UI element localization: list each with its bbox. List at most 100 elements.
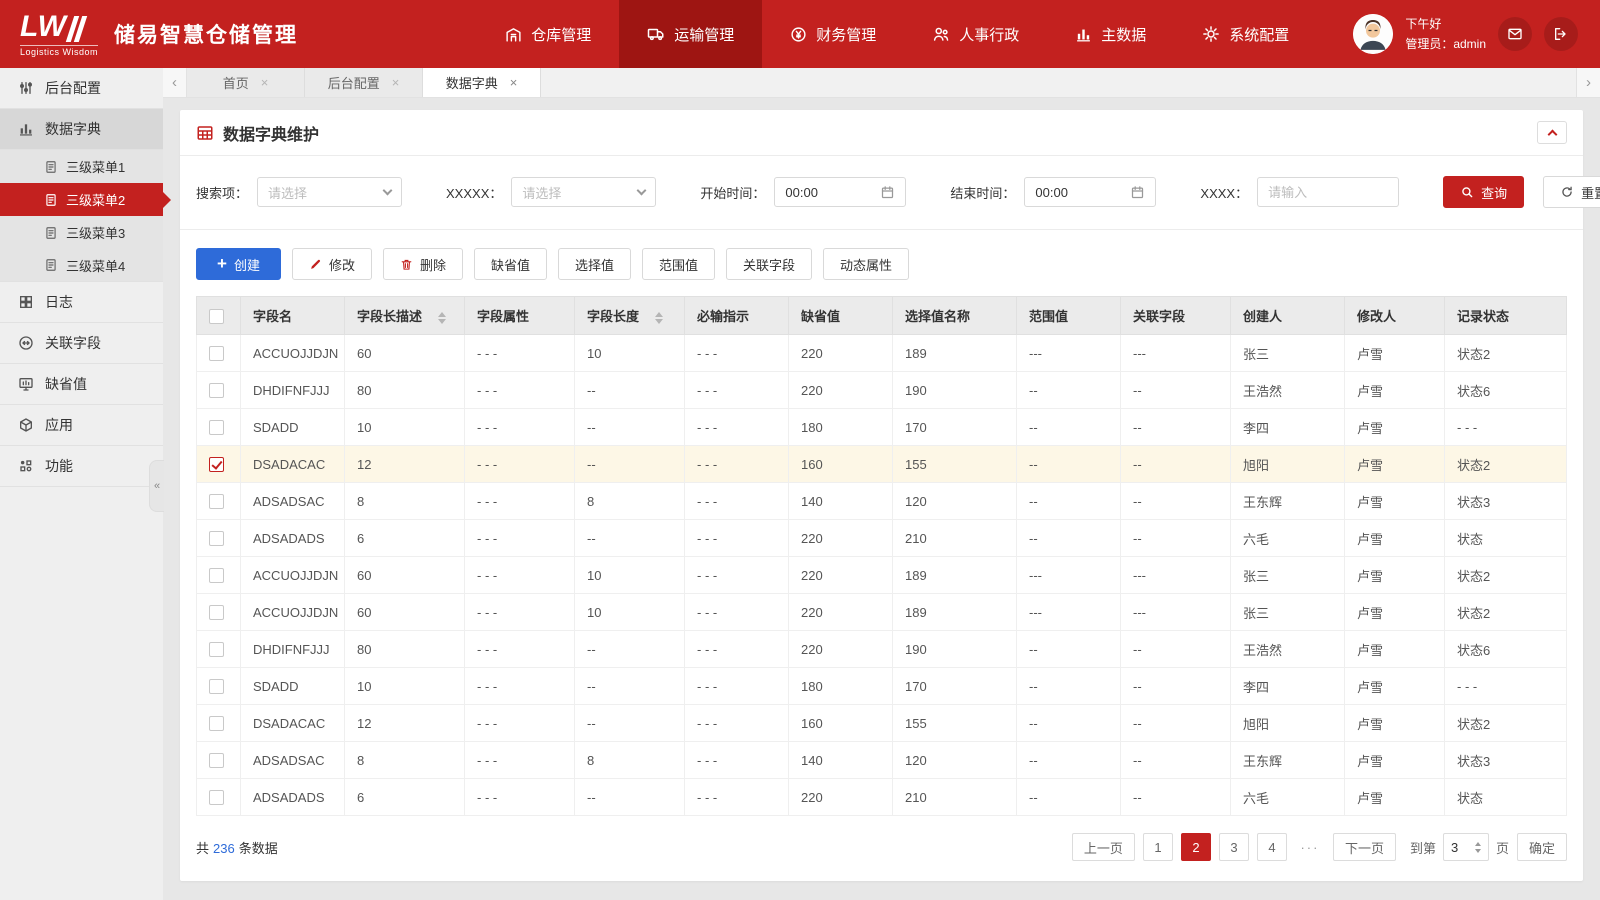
next-page-button[interactable]: 下一页 xyxy=(1332,833,1396,861)
row-checkbox[interactable] xyxy=(209,457,224,473)
sidebar-item-submenu-4[interactable]: 三级菜单4 xyxy=(0,249,163,282)
xxxxx-label: XXXXX： xyxy=(446,185,503,201)
related-field-button[interactable]: 关联字段 xyxy=(726,248,813,280)
sort-icon[interactable] xyxy=(655,311,664,324)
sidebar-item-submenu-1[interactable]: 三级菜单1 xyxy=(0,150,163,183)
cell-related-field: -- xyxy=(1120,482,1231,520)
cell-related-field: -- xyxy=(1120,704,1231,742)
table-row[interactable]: DHDIFNFJJJ 80 - - - -- - - - 220 190 -- … xyxy=(196,630,1567,668)
cell-default-value: 160 xyxy=(788,445,893,483)
row-checkbox[interactable] xyxy=(209,679,224,695)
row-checkbox[interactable] xyxy=(209,346,224,362)
end-time-input[interactable]: 00:00 xyxy=(1024,177,1157,207)
page-ellipsis[interactable]: ··· xyxy=(1295,833,1325,861)
sort-icon[interactable] xyxy=(438,311,447,324)
chevron-up-icon xyxy=(1547,129,1557,140)
row-checkbox[interactable] xyxy=(209,420,224,436)
greeting-text: 下午好 xyxy=(1405,16,1442,31)
close-icon[interactable]: × xyxy=(392,75,400,90)
col-select-value-name: 选择值名称 xyxy=(892,296,1017,335)
table-row[interactable]: SDADD 10 - - - -- - - - 180 170 -- -- 李四… xyxy=(196,667,1567,705)
panel-collapse-button[interactable] xyxy=(1537,121,1567,144)
nav-item-system-config[interactable]: 系统配置 xyxy=(1174,0,1317,68)
cell-field-name: DHDIFNFJJJ xyxy=(240,371,345,409)
sidebar-collapse-handle[interactable]: « xyxy=(149,460,164,512)
range-value-button[interactable]: 范围值 xyxy=(642,248,716,280)
row-checkbox[interactable] xyxy=(209,716,224,732)
mail-button[interactable] xyxy=(1498,17,1532,51)
close-icon[interactable]: × xyxy=(510,75,518,90)
row-checkbox[interactable] xyxy=(209,605,224,621)
row-checkbox[interactable] xyxy=(209,531,224,547)
page-button-4[interactable]: 4 xyxy=(1256,833,1287,861)
table-row[interactable]: ACCUOJJDJN 60 - - - 10 - - - 220 189 ---… xyxy=(196,556,1567,594)
modify-button[interactable]: 修改 xyxy=(291,248,372,280)
row-checkbox[interactable] xyxy=(209,790,224,806)
search-select[interactable]: 请选择 xyxy=(257,177,403,207)
sidebar-item-default-values[interactable]: 缺省值 xyxy=(0,364,163,405)
table-row[interactable]: DHDIFNFJJJ 80 - - - -- - - - 220 190 -- … xyxy=(196,371,1567,409)
table-row[interactable]: ADSADSAC 8 - - - 8 - - - 140 120 -- -- 王… xyxy=(196,741,1567,779)
page-number-stepper[interactable]: 3 xyxy=(1442,833,1489,861)
avatar[interactable] xyxy=(1353,14,1394,54)
page-button-1[interactable]: 1 xyxy=(1142,833,1173,861)
table-row[interactable]: SDADD 10 - - - -- - - - 180 170 -- -- 李四… xyxy=(196,408,1567,446)
table-row[interactable]: ADSADADS 6 - - - -- - - - 220 210 -- -- xyxy=(196,519,1567,557)
default-value-button[interactable]: 缺省值 xyxy=(473,248,547,280)
xxxxx-select[interactable]: 请选择 xyxy=(511,177,657,207)
sidebar-item-functions[interactable]: 功能 xyxy=(0,446,163,487)
nav-item-transport[interactable]: 运输管理 xyxy=(619,0,763,68)
tab-backend-config[interactable]: 后台配置 × xyxy=(305,68,423,97)
row-checkbox[interactable] xyxy=(209,494,224,510)
row-checkbox[interactable] xyxy=(209,642,224,658)
delete-button[interactable]: 删除 xyxy=(382,248,463,280)
table-row[interactable]: ACCUOJJDJN 60 - - - 10 - - - 220 189 ---… xyxy=(196,593,1567,631)
table-row[interactable]: ACCUOJJDJN 60 - - - 10 - - - 220 189 ---… xyxy=(196,334,1567,372)
row-checkbox[interactable] xyxy=(209,383,224,399)
nav-item-hr[interactable]: 人事行政 xyxy=(904,0,1047,68)
tab-scroll-right[interactable]: › xyxy=(1576,68,1600,97)
nav-item-master-data[interactable]: 主数据 xyxy=(1047,0,1174,68)
nav-item-warehouse[interactable]: 仓库管理 xyxy=(477,0,619,68)
row-checkbox[interactable] xyxy=(209,568,224,584)
cell-field-desc-length: 10 xyxy=(344,408,465,446)
table-row[interactable]: DSADACAC 12 - - - -- - - - 160 155 -- -- xyxy=(196,445,1567,483)
cell-modifier: 卢雪 xyxy=(1344,334,1445,372)
tab-home[interactable]: 首页 × xyxy=(187,68,305,97)
page-button-2-active[interactable]: 2 xyxy=(1180,833,1211,861)
sidebar-item-logs[interactable]: 日志 xyxy=(0,282,163,323)
sidebar-item-submenu-3[interactable]: 三级菜单3 xyxy=(0,216,163,249)
tab-scroll-left[interactable]: ‹ xyxy=(163,68,187,97)
cell-field-name: DHDIFNFJJJ xyxy=(240,630,345,668)
confirm-button[interactable]: 确定 xyxy=(1516,833,1567,861)
reset-button[interactable]: 重置 xyxy=(1543,176,1600,208)
tab-data-dictionary[interactable]: 数据字典 × xyxy=(423,68,541,97)
hr-icon xyxy=(932,25,950,43)
cell-field-length: -- xyxy=(574,371,685,409)
app-title: 储易智慧仓储管理 xyxy=(114,24,299,47)
start-time-input[interactable]: 00:00 xyxy=(774,177,907,207)
sidebar-item-data-dictionary[interactable]: 数据字典 xyxy=(0,109,163,150)
query-button[interactable]: 查询 xyxy=(1443,176,1525,208)
sidebar-item-submenu-2[interactable]: 三级菜单2 xyxy=(0,183,163,216)
sidebar-item-backend-config[interactable]: 后台配置 xyxy=(0,68,163,109)
cell-required-flag: - - - xyxy=(684,593,789,631)
create-button[interactable]: + 创建 xyxy=(196,248,281,280)
table-row[interactable]: ADSADSAC 8 - - - 8 - - - 140 120 -- -- 王… xyxy=(196,482,1567,520)
table-row[interactable]: ADSADADS 6 - - - -- - - - 220 210 -- -- xyxy=(196,778,1567,816)
sidebar-item-applications[interactable]: 应用 xyxy=(0,405,163,446)
nav-item-finance[interactable]: 财务管理 xyxy=(762,0,904,68)
select-all-checkbox[interactable] xyxy=(209,308,224,324)
row-checkbox[interactable] xyxy=(209,753,224,769)
xxxx-input[interactable] xyxy=(1257,177,1400,207)
close-icon[interactable]: × xyxy=(261,75,269,90)
prev-page-button[interactable]: 上一页 xyxy=(1071,833,1135,861)
dynamic-attr-button[interactable]: 动态属性 xyxy=(823,248,910,280)
logout-button[interactable] xyxy=(1544,17,1578,51)
stepper-arrows-icon[interactable] xyxy=(1474,841,1481,853)
col-default-value: 缺省值 xyxy=(788,296,893,335)
sidebar-item-related-fields[interactable]: 关联字段 xyxy=(0,323,163,364)
page-button-3[interactable]: 3 xyxy=(1218,833,1249,861)
select-value-button[interactable]: 选择值 xyxy=(558,248,632,280)
table-row[interactable]: DSADACAC 12 - - - -- - - - 160 155 -- -- xyxy=(196,704,1567,742)
